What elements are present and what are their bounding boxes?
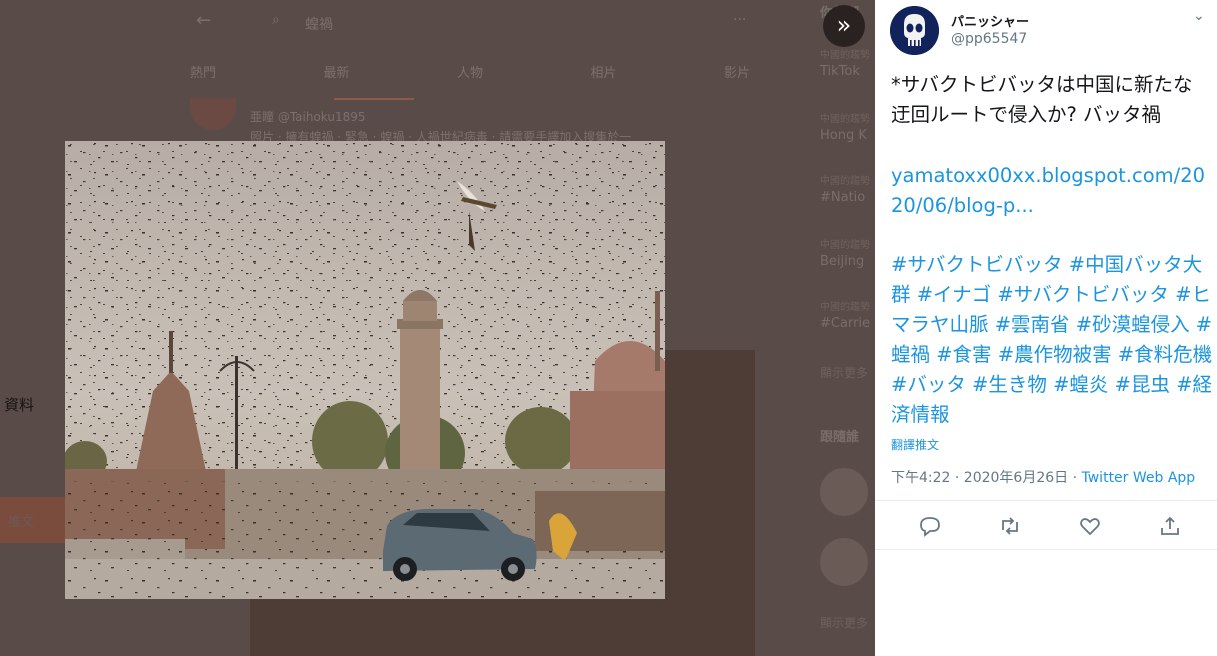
hashtag[interactable]: #昆虫	[1115, 373, 1177, 396]
active-tab-indicator	[334, 98, 414, 100]
punisher-skull-icon	[890, 6, 939, 55]
tweet-actions	[875, 510, 1217, 542]
hashtag[interactable]: #サバクトビバッタ	[891, 253, 1069, 276]
result-avatar[interactable]	[190, 98, 236, 130]
sidebar-label: 資料	[4, 396, 35, 414]
double-chevron-right-icon: »	[836, 11, 852, 39]
trend-title[interactable]: TikTok	[820, 64, 860, 79]
collapse-panel-button[interactable]: »	[823, 5, 865, 47]
trend-sub: 中國的趨勢	[820, 176, 870, 187]
hashtag[interactable]: #イナゴ	[917, 283, 998, 306]
compose-tweet-label: 推文	[8, 515, 35, 530]
trends-column: 你的潮 中國的趨勢 TikTok 中國的趨勢 Hong K 中國的趨勢 #Nat…	[812, 0, 875, 656]
search-tabs: 熱門 最新 人物 相片 影片	[190, 62, 750, 81]
hashtag[interactable]: #蝗炎	[1053, 373, 1115, 396]
show-more-link[interactable]: 顯示更多	[820, 364, 868, 381]
like-icon[interactable]	[1078, 514, 1102, 538]
compose-tweet-button[interactable]: 推文	[0, 497, 65, 543]
trend-title[interactable]: Hong K	[820, 128, 867, 143]
search-query[interactable]: 蝗禍	[305, 14, 333, 34]
locust-swarm-photo	[65, 141, 665, 599]
show-more-link[interactable]: 顯示更多	[820, 614, 868, 631]
tab-top[interactable]: 熱門	[190, 62, 216, 81]
hashtag[interactable]: #バッタ	[891, 373, 972, 396]
chevron-down-icon[interactable]: ⌄	[1193, 8, 1205, 24]
share-icon[interactable]	[1158, 514, 1182, 538]
tweet-text: *サバクトビバッタは中国に新たな迂回ルートで侵入か? バッタ禍	[891, 73, 1193, 126]
follow-header: 跟隨誰	[820, 430, 860, 445]
trend-sub: 中國的趨勢	[820, 114, 870, 125]
hashtag[interactable]: #サバクトビバッタ	[997, 283, 1175, 306]
trend-sub: 中國的趨勢	[820, 240, 870, 251]
hashtag-list: #サバクトビバッタ #中国バッタ大群 #イナゴ #サバクトビバッタ #ヒマラヤ山…	[891, 250, 1213, 430]
hashtag[interactable]: #農作物被害	[998, 343, 1118, 366]
result-author: 亜瞳 @Taihoku1895	[250, 110, 366, 124]
tweet-panel: パニッシャー @pp65547 ⌄ *サバクトビバッタは中国に新たな迂回ルートで…	[875, 0, 1217, 656]
hashtag[interactable]: #食料危機	[1118, 343, 1212, 366]
divider	[875, 500, 1217, 501]
tweet-source-app[interactable]: Twitter Web App	[1082, 470, 1196, 486]
follow-avatar[interactable]	[820, 538, 868, 586]
trend-title[interactable]: #Natio	[820, 190, 865, 205]
search-icon: ⌕	[272, 12, 280, 28]
tab-videos[interactable]: 影片	[724, 62, 750, 81]
trend-title[interactable]: Beijing	[820, 254, 864, 269]
reply-icon[interactable]	[918, 514, 942, 538]
hashtag[interactable]: #食害	[936, 343, 998, 366]
tweet-meta: 下午4:22 · 2020年6月26日 · Twitter Web App	[891, 467, 1195, 487]
tweet-link[interactable]: yamatoxx00xx.blogspot.com/2020/06/blog-p…	[891, 161, 1213, 220]
tab-latest[interactable]: 最新	[323, 62, 349, 81]
author-name[interactable]: パニッシャー	[951, 11, 1029, 30]
tab-people[interactable]: 人物	[457, 62, 483, 81]
divider	[875, 549, 1217, 550]
hashtag[interactable]: #生き物	[972, 373, 1053, 396]
author-handle[interactable]: @pp65547	[951, 31, 1027, 47]
tab-photos[interactable]: 相片	[590, 62, 616, 81]
retweet-icon[interactable]	[998, 514, 1022, 538]
hashtag[interactable]: #砂漠蝗侵入	[1076, 313, 1196, 336]
follow-avatar[interactable]	[820, 468, 868, 516]
search-header: ← ⌕ 蝗禍 ···	[0, 0, 875, 50]
trend-sub: 中國的趨勢	[820, 50, 870, 61]
more-icon[interactable]: ···	[733, 12, 746, 28]
trend-sub: 中國的趨勢	[820, 302, 870, 313]
hashtag[interactable]: #雲南省	[995, 313, 1076, 336]
translate-tweet-link[interactable]: 翻譯推文	[891, 436, 939, 453]
back-arrow-icon[interactable]: ←	[196, 10, 211, 31]
tweet-photo[interactable]	[65, 141, 665, 599]
tweet-timestamp[interactable]: 下午4:22 · 2020年6月26日 ·	[891, 470, 1082, 486]
author-avatar[interactable]	[890, 6, 939, 55]
trend-title[interactable]: #Carrie	[820, 316, 870, 331]
